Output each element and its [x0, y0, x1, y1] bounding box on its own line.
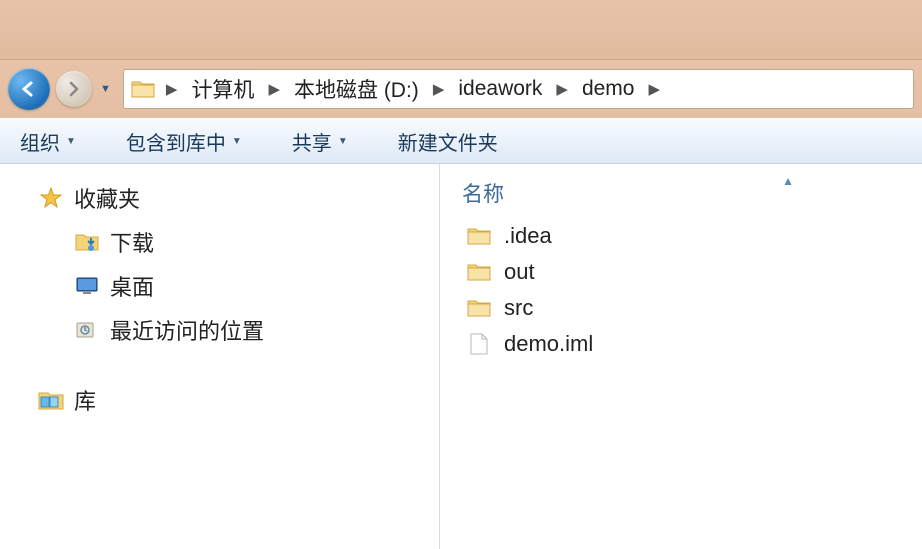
breadcrumb-item[interactable]: 计算机: [187, 72, 258, 106]
breadcrumb-separator: ▶: [550, 80, 574, 98]
breadcrumb-separator: ▶: [427, 80, 451, 98]
file-row[interactable]: .idea: [458, 218, 904, 254]
sidebar-recent-places-label: 最近访问的位置: [110, 314, 264, 346]
file-name: out: [504, 259, 535, 285]
include-in-library-menu[interactable]: 包含到库中 ▼: [120, 123, 248, 160]
column-header-name-label: 名称: [462, 183, 504, 206]
new-folder-label: 新建文件夹: [398, 127, 498, 156]
nav-history-dropdown[interactable]: ▼: [100, 83, 111, 95]
recent-places-icon: [74, 318, 100, 342]
sidebar-recent-places[interactable]: 最近访问的位置: [8, 308, 431, 352]
nav-forward-button[interactable]: [56, 71, 92, 107]
sidebar-libraries[interactable]: 库: [8, 378, 431, 422]
include-in-library-label: 包含到库中: [126, 127, 226, 156]
share-label: 共享: [292, 127, 332, 156]
command-toolbar: 组织 ▼ 包含到库中 ▼ 共享 ▼ 新建文件夹: [0, 118, 922, 164]
main-area: 收藏夹 下载 桌面: [0, 164, 922, 549]
nav-back-button[interactable]: [8, 68, 50, 110]
star-icon: [38, 186, 64, 210]
file-icon: [466, 332, 492, 356]
share-menu[interactable]: 共享 ▼: [286, 123, 354, 160]
sidebar-downloads[interactable]: 下载: [8, 220, 431, 264]
arrow-right-icon: [65, 80, 83, 98]
downloads-icon: [74, 230, 100, 254]
folder-icon: [466, 224, 492, 248]
sidebar-desktop-label: 桌面: [110, 270, 154, 302]
breadcrumb-separator: ▶: [262, 80, 286, 98]
file-row[interactable]: out: [458, 254, 904, 290]
folder-icon: [466, 296, 492, 320]
file-name: src: [504, 295, 533, 321]
organize-menu[interactable]: 组织 ▼: [14, 123, 82, 160]
breadcrumb-separator: ▶: [160, 80, 184, 98]
column-header-name[interactable]: 名称 ▲: [458, 174, 904, 218]
arrow-left-icon: [18, 78, 40, 100]
window-frame-top: [0, 0, 922, 60]
sidebar-libraries-label: 库: [74, 384, 96, 416]
file-row[interactable]: src: [458, 290, 904, 326]
folder-icon: [130, 77, 156, 101]
sidebar-downloads-label: 下载: [110, 226, 154, 258]
file-name: demo.iml: [504, 331, 593, 357]
file-content-pane: 名称 ▲ .idea out src demo.iml: [440, 164, 922, 549]
breadcrumb-item[interactable]: 本地磁盘 (D:): [290, 72, 423, 106]
file-name: .idea: [504, 223, 552, 249]
chevron-down-icon: ▼: [232, 136, 242, 147]
breadcrumb-item[interactable]: ideawork: [454, 75, 546, 103]
address-bar[interactable]: ▶ 计算机 ▶ 本地磁盘 (D:) ▶ ideawork ▶ demo ▶: [123, 69, 914, 109]
folder-icon: [466, 260, 492, 284]
chevron-down-icon: ▼: [338, 136, 348, 147]
new-folder-button[interactable]: 新建文件夹: [392, 123, 504, 160]
sidebar-desktop[interactable]: 桌面: [8, 264, 431, 308]
navigation-sidebar: 收藏夹 下载 桌面: [0, 164, 440, 549]
desktop-icon: [74, 274, 100, 298]
nav-row: ▼ ▶ 计算机 ▶ 本地磁盘 (D:) ▶ ideawork ▶ demo ▶: [0, 60, 922, 118]
organize-label: 组织: [20, 127, 60, 156]
sort-ascending-icon: ▲: [782, 174, 794, 188]
chevron-down-icon: ▼: [66, 136, 76, 147]
libraries-icon: [38, 388, 64, 412]
sidebar-favorites[interactable]: 收藏夹: [8, 176, 431, 220]
file-row[interactable]: demo.iml: [458, 326, 904, 362]
sidebar-favorites-label: 收藏夹: [74, 182, 140, 214]
breadcrumb-separator: ▶: [642, 80, 666, 98]
breadcrumb-item[interactable]: demo: [578, 75, 639, 103]
